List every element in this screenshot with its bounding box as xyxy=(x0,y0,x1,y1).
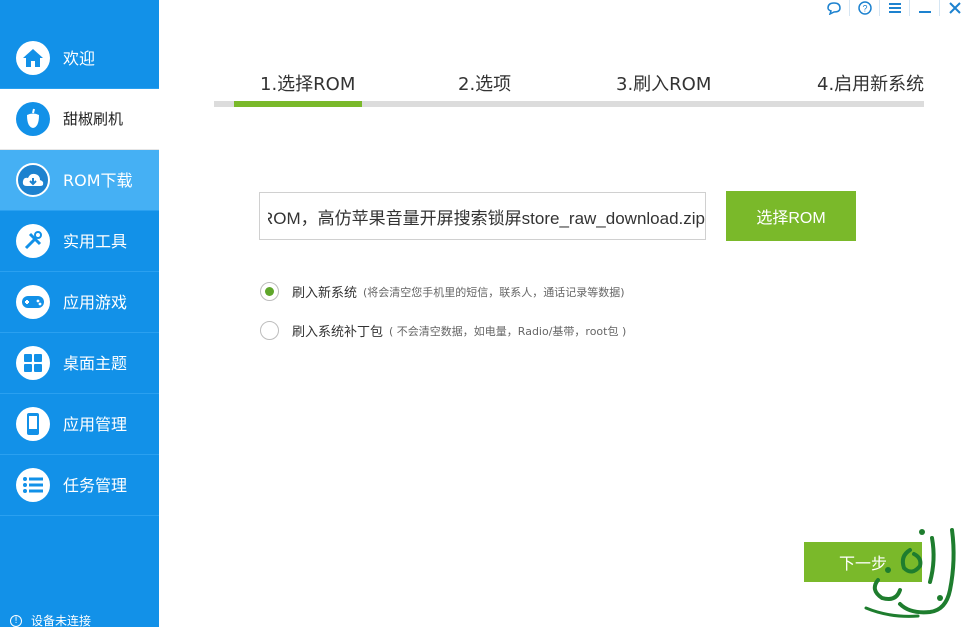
rom-path-input[interactable] xyxy=(268,193,705,239)
option-label: 刷入系统补丁包 xyxy=(292,325,384,340)
minimize-icon[interactable] xyxy=(909,0,939,16)
window-controls: ? xyxy=(819,0,969,16)
sidebar: 欢迎 甜椒刷机 ROM下载 实用工具 应用游戏 桌面主题 应用管理 任务管理 !… xyxy=(0,0,159,627)
radio-selected-dot xyxy=(265,287,274,296)
radio-flash-new-system[interactable] xyxy=(260,282,279,301)
svg-text:?: ? xyxy=(862,4,867,14)
step-enable-system: 4.启用新系统 xyxy=(817,74,925,95)
sidebar-item-label: 欢迎 xyxy=(63,49,96,68)
step-select-rom: 1.选择ROM xyxy=(260,74,356,95)
rom-path-field[interactable] xyxy=(259,192,706,240)
option-note: ( 不会清空数据，如电量，Radio/基带，root包 ) xyxy=(389,324,627,338)
sidebar-item-label: 桌面主题 xyxy=(63,354,128,373)
sidebar-item-flash[interactable]: 甜椒刷机 xyxy=(0,89,159,150)
list-icon xyxy=(16,468,50,502)
step-progress-bar xyxy=(234,101,362,107)
option-label: 刷入新系统 xyxy=(292,286,358,301)
option-note: (将会清空您手机里的短信，联系人，通话记录等数据) xyxy=(363,285,625,299)
home-icon xyxy=(16,41,50,75)
step-options: 2.选项 xyxy=(458,74,512,95)
step-flash-rom: 3.刷入ROM xyxy=(616,74,712,95)
sidebar-item-themes[interactable]: 桌面主题 xyxy=(0,333,159,394)
menu-icon[interactable] xyxy=(879,0,909,16)
select-rom-button[interactable]: 选择ROM xyxy=(726,191,856,241)
radio-flash-patch[interactable] xyxy=(260,321,279,340)
alert-icon: ! xyxy=(10,614,22,627)
sidebar-item-label: 任务管理 xyxy=(63,476,128,495)
device-status: ! 设备未连接 xyxy=(10,612,91,627)
sidebar-item-label: 应用游戏 xyxy=(63,293,128,312)
chat-icon[interactable] xyxy=(819,0,849,16)
sidebar-item-games[interactable]: 应用游戏 xyxy=(0,272,159,333)
option-flash-patch[interactable]: 刷入系统补丁包 ( 不会清空数据，如电量，Radio/基带，root包 ) xyxy=(260,321,626,340)
tools-icon xyxy=(16,224,50,258)
sidebar-item-rom-download[interactable]: ROM下载 xyxy=(0,150,159,211)
close-icon[interactable] xyxy=(939,0,969,16)
option-flash-new-system[interactable]: 刷入新系统 (将会清空您手机里的短信，联系人，通话记录等数据) xyxy=(260,282,625,301)
sidebar-item-label: ROM下载 xyxy=(63,171,133,190)
sidebar-item-label: 实用工具 xyxy=(63,232,128,251)
sidebar-item-app-manager[interactable]: 应用管理 xyxy=(0,394,159,455)
sidebar-item-task-manager[interactable]: 任务管理 xyxy=(0,455,159,516)
calligraphy-watermark xyxy=(864,528,956,618)
sidebar-item-tools[interactable]: 实用工具 xyxy=(0,211,159,272)
cloud-download-icon xyxy=(16,163,50,197)
sidebar-item-label: 甜椒刷机 xyxy=(63,110,124,128)
sidebar-item-welcome[interactable]: 欢迎 xyxy=(0,28,159,89)
phone-icon xyxy=(16,407,50,441)
sidebar-item-label: 应用管理 xyxy=(63,415,128,434)
pepper-refresh-icon xyxy=(16,102,50,136)
grid-icon xyxy=(16,346,50,380)
step-progress-track xyxy=(214,101,924,107)
gamepad-icon xyxy=(16,285,50,319)
device-status-text: 设备未连接 xyxy=(31,614,92,627)
help-icon[interactable]: ? xyxy=(849,0,879,16)
